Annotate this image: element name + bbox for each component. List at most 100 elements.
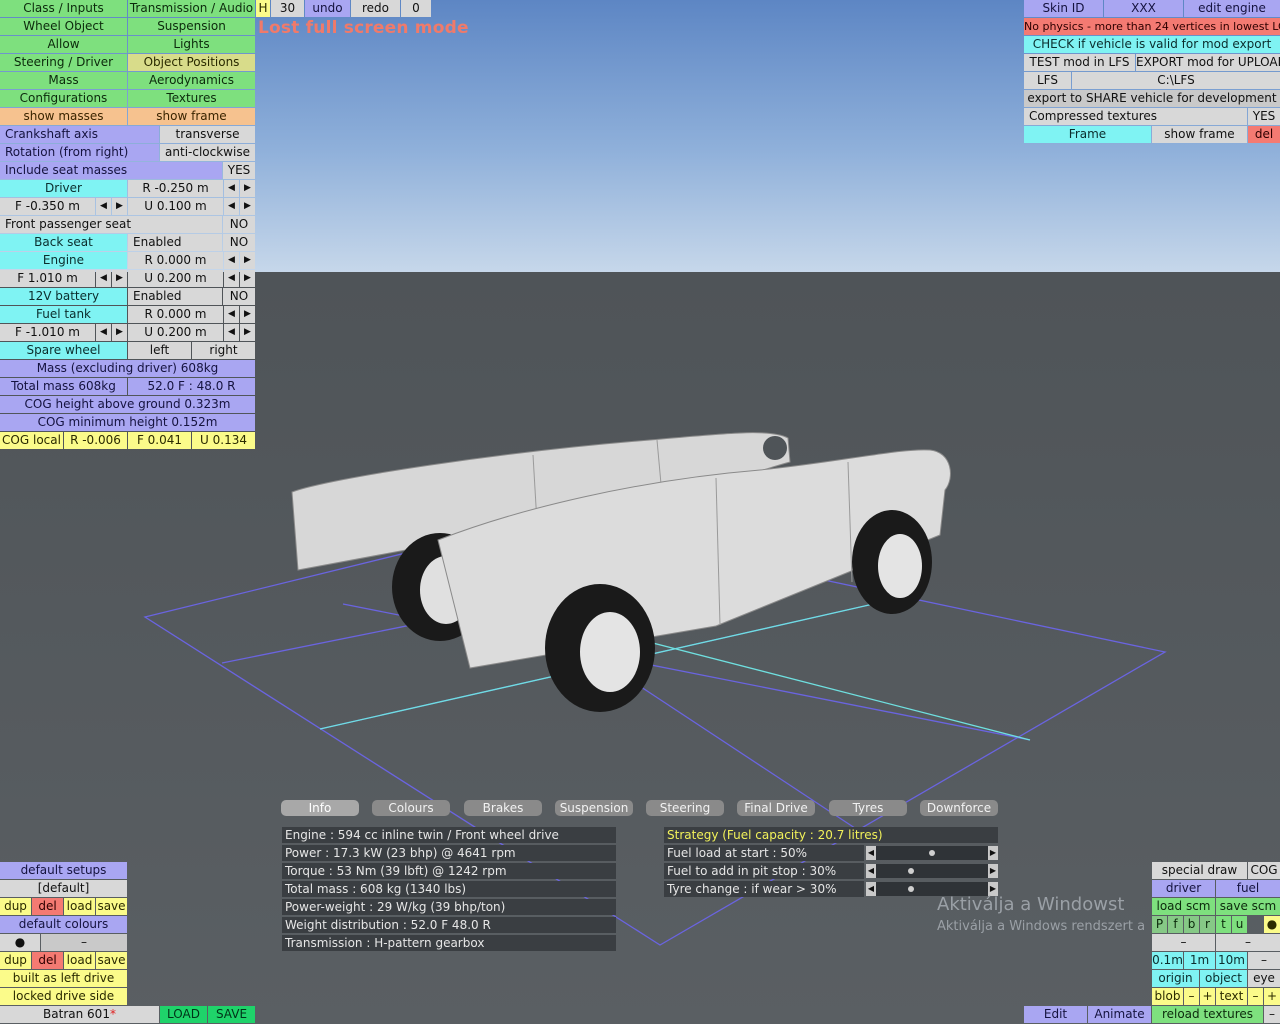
battery-toggle[interactable]: NO — [223, 288, 255, 305]
driver-button[interactable]: driver — [1152, 880, 1215, 897]
origin-button[interactable]: origin — [1152, 970, 1199, 987]
engine-u-value[interactable]: U 0.200 m — [128, 270, 223, 287]
fuel-add-slider[interactable]: ◀ ▶ — [866, 864, 998, 878]
battery-label[interactable]: 12V battery — [0, 288, 127, 305]
driver-f-right-arrow[interactable]: ▶ — [112, 198, 127, 215]
distance-10m[interactable]: 10m — [1216, 952, 1247, 969]
export-share-button[interactable]: export to SHARE vehicle for development — [1024, 90, 1280, 107]
tab-info[interactable]: Info — [281, 800, 359, 816]
driver-r-right-arrow[interactable]: ▶ — [240, 180, 255, 197]
blob-button[interactable]: blob — [1152, 988, 1183, 1005]
reload-dash[interactable]: – — [1264, 1006, 1280, 1023]
eye-button[interactable]: eye — [1248, 970, 1280, 987]
back-seat-toggle[interactable]: NO — [223, 234, 255, 251]
fuel-f-left-arrow[interactable]: ◀ — [96, 324, 111, 341]
letter-u[interactable]: u — [1232, 916, 1247, 933]
fuel-f-right-arrow[interactable]: ▶ — [112, 324, 127, 341]
fuel-tank-label[interactable]: Fuel tank — [0, 306, 127, 323]
driver-r-left-arrow[interactable]: ◀ — [224, 180, 239, 197]
fuel-load-increase[interactable]: ▶ — [988, 846, 998, 860]
dash-left[interactable]: – — [1152, 934, 1215, 951]
locked-drive-side[interactable]: locked drive side — [0, 988, 127, 1005]
fuel-load-knob[interactable] — [929, 850, 935, 856]
value-0[interactable]: 0 — [401, 0, 431, 17]
setup-save-button[interactable]: save — [96, 898, 127, 915]
fuel-load-slider[interactable]: ◀ ▶ — [866, 846, 998, 860]
fuel-load-decrease[interactable]: ◀ — [866, 846, 876, 860]
letter-f[interactable]: f — [1168, 916, 1183, 933]
check-vehicle-button[interactable]: CHECK if vehicle is valid for mod export — [1024, 36, 1280, 53]
fuel-f-value[interactable]: F -1.010 m — [0, 324, 95, 341]
distance-1m[interactable]: 1m — [1184, 952, 1215, 969]
tab-downforce[interactable]: Downforce — [920, 800, 998, 816]
fuel-r-left-arrow[interactable]: ◀ — [224, 306, 239, 323]
cog-button[interactable]: COG — [1248, 862, 1280, 879]
setup-del-button[interactable]: del — [32, 898, 63, 915]
lfs-button[interactable]: LFS — [1024, 72, 1071, 89]
letter-r[interactable]: r — [1200, 916, 1215, 933]
tab-suspension[interactable]: Suspension — [555, 800, 633, 816]
dot-toggle[interactable]: ● — [1264, 916, 1280, 933]
undo-button[interactable]: undo — [305, 0, 350, 17]
fuel-u-right-arrow[interactable]: ▶ — [240, 324, 255, 341]
menu-suspension[interactable]: Suspension — [128, 18, 255, 35]
colour-del-button[interactable]: del — [32, 952, 63, 969]
fuel-u-value[interactable]: U 0.200 m — [128, 324, 223, 341]
spare-wheel-label[interactable]: Spare wheel — [0, 342, 127, 359]
distance-0-1m[interactable]: 0.1m — [1152, 952, 1183, 969]
compressed-textures-toggle[interactable]: YES — [1248, 108, 1280, 125]
engine-f-value[interactable]: F 1.010 m — [0, 270, 95, 287]
show-frame-right-button[interactable]: show frame — [1152, 126, 1247, 143]
driver-u-right-arrow[interactable]: ▶ — [240, 198, 255, 215]
skin-id-button[interactable]: Skin ID — [1024, 0, 1103, 17]
fuel-add-knob[interactable] — [907, 868, 914, 874]
dash-right[interactable]: – — [1216, 934, 1280, 951]
driver-u-left-arrow[interactable]: ◀ — [224, 198, 239, 215]
fuel-add-decrease[interactable]: ◀ — [866, 864, 876, 878]
blob-plus[interactable]: + — [1200, 988, 1215, 1005]
car-name-field[interactable]: Batran 601* — [0, 1006, 159, 1023]
value-30[interactable]: 30 — [271, 0, 304, 17]
tab-brakes[interactable]: Brakes — [464, 800, 542, 816]
driver-r-value[interactable]: R -0.250 m — [128, 180, 223, 197]
driver-f-value[interactable]: F -0.350 m — [0, 198, 95, 215]
redo-button[interactable]: redo — [351, 0, 400, 17]
menu-configurations[interactable]: Configurations — [0, 90, 127, 107]
default-setups-button[interactable]: default setups — [0, 862, 127, 879]
driver-label[interactable]: Driver — [0, 180, 127, 197]
special-draw-button[interactable]: special draw — [1152, 862, 1247, 879]
menu-mass[interactable]: Mass — [0, 72, 127, 89]
fuel-u-left-arrow[interactable]: ◀ — [224, 324, 239, 341]
engine-label[interactable]: Engine — [0, 252, 127, 269]
edit-mode-button[interactable]: Edit — [1024, 1006, 1087, 1023]
distance-dash[interactable]: – — [1248, 952, 1280, 969]
lfs-path-field[interactable]: C:\LFS — [1072, 72, 1280, 89]
engine-u-left-arrow[interactable]: ◀ — [224, 270, 239, 287]
driver-f-left-arrow[interactable]: ◀ — [96, 198, 111, 215]
test-mod-button[interactable]: TEST mod in LFS — [1024, 54, 1135, 71]
fuel-r-right-arrow[interactable]: ▶ — [240, 306, 255, 323]
save-scm-button[interactable]: save scm — [1216, 898, 1280, 915]
spare-wheel-left[interactable]: left — [128, 342, 191, 359]
colour-dup-button[interactable]: dup — [0, 952, 31, 969]
tab-final-drive[interactable]: Final Drive — [737, 800, 815, 816]
engine-u-right-arrow[interactable]: ▶ — [240, 270, 255, 287]
menu-object-positions[interactable]: Object Positions — [128, 54, 255, 71]
letter-p[interactable]: P — [1152, 916, 1167, 933]
edit-engine-button[interactable]: edit engine — [1184, 0, 1280, 17]
menu-transmission-audio[interactable]: Transmission / Audio — [128, 0, 255, 17]
driver-u-value[interactable]: U 0.100 m — [128, 198, 223, 215]
menu-lights[interactable]: Lights — [128, 36, 255, 53]
tab-colours[interactable]: Colours — [372, 800, 450, 816]
tyre-change-decrease[interactable]: ◀ — [866, 882, 876, 896]
back-seat-label[interactable]: Back seat — [0, 234, 127, 251]
engine-r-left-arrow[interactable]: ◀ — [224, 252, 239, 269]
text-button[interactable]: text — [1216, 988, 1247, 1005]
colour-dash[interactable]: – — [41, 934, 127, 951]
fuel-add-increase[interactable]: ▶ — [988, 864, 998, 878]
tyre-change-knob[interactable] — [907, 886, 914, 892]
text-minus[interactable]: – — [1248, 988, 1263, 1005]
built-as-left-drive[interactable]: built as left drive — [0, 970, 127, 987]
save-car-button[interactable]: SAVE — [208, 1006, 255, 1023]
frame-del-button[interactable]: del — [1248, 126, 1280, 143]
